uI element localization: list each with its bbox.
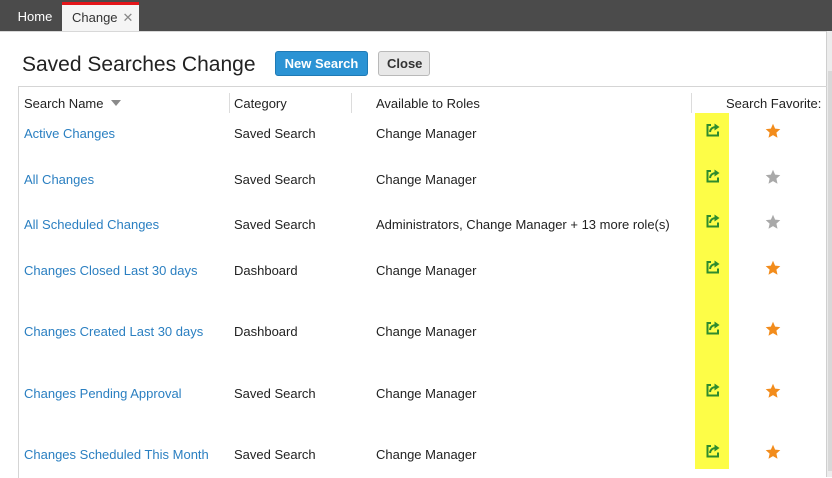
- close-button[interactable]: Close: [378, 51, 430, 76]
- category-cell: Dashboard: [234, 263, 298, 278]
- star-icon[interactable]: [765, 123, 781, 139]
- saved-searches-table: Search Name Category Available to Roles …: [18, 86, 827, 478]
- table-row: Changes Closed Last 30 days Dashboard Chan…: [19, 259, 827, 282]
- column-header-roles[interactable]: Available to Roles: [376, 96, 480, 111]
- search-name-link[interactable]: All Scheduled Changes: [24, 216, 159, 234]
- page-title: Saved Searches Change: [22, 53, 256, 76]
- star-icon[interactable]: [765, 321, 781, 337]
- share-icon[interactable]: [705, 213, 721, 229]
- tab-bar: Home Change ✕: [0, 0, 832, 32]
- scrollbar-thumb[interactable]: [828, 71, 832, 471]
- roles-cell: Change Manager: [376, 386, 477, 401]
- column-header-label: Search Name: [24, 96, 104, 111]
- column-divider[interactable]: [351, 93, 352, 113]
- search-name-link[interactable]: All Changes: [24, 171, 94, 189]
- roles-cell: Change Manager: [376, 447, 477, 462]
- search-name-link[interactable]: Changes Scheduled This Month: [24, 446, 209, 464]
- search-name-link[interactable]: Changes Closed Last 30 days: [24, 262, 197, 280]
- table-row: Changes Created Last 30 days Dashboard Cha…: [19, 320, 827, 343]
- share-icon[interactable]: [705, 168, 721, 184]
- sort-desc-icon[interactable]: [111, 100, 122, 106]
- star-icon[interactable]: [765, 214, 781, 230]
- table-row: Changes Scheduled This Month Saved Search…: [19, 443, 827, 466]
- share-icon[interactable]: [705, 320, 721, 336]
- share-icon[interactable]: [705, 443, 721, 459]
- star-icon[interactable]: [765, 383, 781, 399]
- search-name-link[interactable]: Changes Pending Approval: [24, 385, 182, 403]
- tab-home-label: Home: [17, 9, 53, 24]
- share-column-highlight: [695, 113, 729, 469]
- search-name-link[interactable]: Active Changes: [24, 125, 115, 143]
- close-icon[interactable]: ✕: [123, 10, 134, 25]
- table-row: All Scheduled Changes Saved Search Adminis…: [19, 213, 827, 236]
- category-cell: Dashboard: [234, 324, 298, 339]
- category-cell: Saved Search: [234, 126, 316, 141]
- category-cell: Saved Search: [234, 172, 316, 187]
- search-name-link[interactable]: Changes Created Last 30 days: [24, 323, 203, 341]
- column-header-search-favorite[interactable]: Search Favorite:: [726, 96, 821, 111]
- star-icon[interactable]: [765, 260, 781, 276]
- star-icon[interactable]: [765, 169, 781, 185]
- share-icon[interactable]: [705, 382, 721, 398]
- new-search-button[interactable]: New Search: [275, 51, 368, 76]
- column-divider[interactable]: [229, 93, 230, 113]
- share-icon[interactable]: [705, 122, 721, 138]
- roles-cell: Change Manager: [376, 324, 477, 339]
- roles-cell: Administrators, Change Manager + 13 more…: [376, 217, 670, 232]
- category-cell: Saved Search: [234, 447, 316, 462]
- roles-cell: Change Manager: [376, 263, 477, 278]
- column-divider[interactable]: [691, 93, 692, 113]
- table-row: Changes Pending Approval Saved Search Chan…: [19, 382, 827, 405]
- roles-cell: Change Manager: [376, 126, 477, 141]
- column-header-search-name[interactable]: Search Name: [24, 96, 122, 111]
- roles-cell: Change Manager: [376, 172, 477, 187]
- star-icon[interactable]: [765, 444, 781, 460]
- share-icon[interactable]: [705, 259, 721, 275]
- category-cell: Saved Search: [234, 217, 316, 232]
- tab-home[interactable]: Home: [8, 2, 62, 31]
- table-row: Active Changes Saved Search Change Manager: [19, 122, 827, 145]
- column-header-category[interactable]: Category: [234, 96, 287, 111]
- tab-change[interactable]: Change ✕: [62, 2, 139, 31]
- category-cell: Saved Search: [234, 386, 316, 401]
- table-row: All Changes Saved Search Change Manager: [19, 168, 827, 191]
- tab-change-label: Change: [72, 10, 118, 25]
